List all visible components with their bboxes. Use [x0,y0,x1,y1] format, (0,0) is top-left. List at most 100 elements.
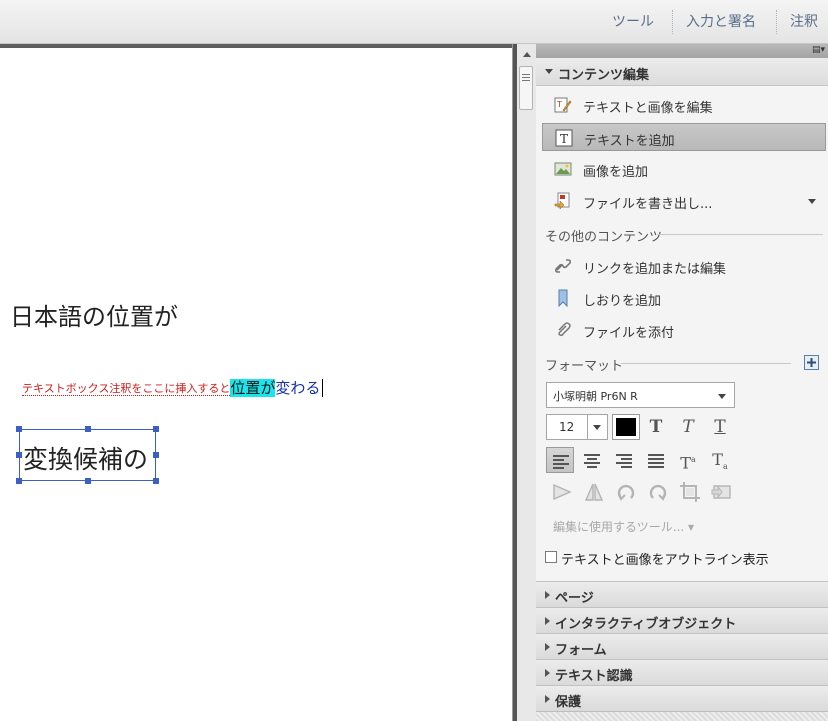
justify-icon [648,454,664,470]
group-title: フォーマット [545,359,624,374]
edit-with-tool-dropdown[interactable]: 編集に使用するツール... ▾ [553,518,694,535]
font-size-value: 12 [559,420,575,434]
divider [657,234,823,235]
section-title: ページ [555,591,594,606]
document-page[interactable]: 日本語の位置が テキストボックス注釈をここに挿入すると位置が変わる 変換候補の [0,48,512,721]
crop-icon[interactable] [678,480,702,504]
tools-tab[interactable]: ツール [612,0,654,44]
tool-label: 画像を追加 [583,165,649,180]
section-title: 保護 [555,695,582,710]
image-icon [554,162,572,176]
scroll-up-arrow-icon[interactable] [523,52,531,57]
add-bookmark-tool[interactable]: しおりを追加 [542,284,826,312]
annotation-line[interactable]: テキストボックス注釈をここに挿入すると位置が変わる [22,377,324,397]
forms-section-header[interactable]: フォーム [536,633,828,659]
bold-button[interactable]: T [642,414,670,440]
resize-handle-bottom-left[interactable] [16,478,22,484]
underline-button[interactable]: T [706,414,734,440]
expand-triangle-icon [545,617,550,625]
section-title: コンテンツ編集 [558,68,650,83]
font-color-picker[interactable] [612,414,640,440]
expand-triangle-icon [545,591,550,599]
align-left-icon [553,455,569,471]
tools-panel: ▤▾ コンテンツ編集 T テキストと画像を編集 T テキストを追加 画像を追加 … [536,44,828,721]
chevron-down-icon[interactable] [808,199,816,204]
sign-tab[interactable]: 入力と署名 [686,0,756,44]
resize-handle-right[interactable] [153,452,159,458]
outline-checkbox[interactable] [545,551,557,563]
flip-vertical-icon[interactable] [582,480,606,504]
tool-label: テキストと画像を編集 [583,101,713,116]
replace-image-icon[interactable] [710,480,734,504]
align-right-icon [616,454,632,470]
divider [621,363,791,364]
comment-tab[interactable]: 注釈 [790,0,818,44]
font-family-value: 小塚明朝 Pr6N R [553,390,638,403]
resize-handle-bottom[interactable] [85,478,91,484]
outline-label: テキストと画像をアウトライン表示 [561,553,769,568]
add-text-icon: T [555,129,573,147]
expand-triangle-icon [545,69,553,74]
align-left-button[interactable] [546,447,574,473]
grip-icon [522,74,530,83]
bookmark-icon [558,289,568,307]
section-title: インタラクティブオブジェクト [555,617,737,632]
add-image-tool[interactable]: 画像を追加 [542,155,826,183]
section-title: フォーム [555,643,607,658]
superscript-button[interactable]: Ta [674,447,702,473]
add-text-tool[interactable]: T テキストを追加 [542,123,826,151]
panel-options-icon[interactable]: ▤▾ [812,45,826,56]
align-right-button[interactable] [610,447,638,473]
resize-handle-bottom-right[interactable] [153,478,159,484]
chevron-down-icon [593,425,601,430]
paperclip-icon [558,322,571,337]
text-recognition-section-header[interactable]: テキスト認識 [536,659,828,685]
scrollbar-edge [513,44,517,721]
edit-text-images-tool[interactable]: T テキストと画像を編集 [542,91,826,119]
resize-handle-top-left[interactable] [16,426,22,432]
toolbar-separator [672,10,673,34]
text-cursor [322,378,324,397]
font-family-select[interactable]: 小塚明朝 Pr6N R [546,382,735,408]
panel-resize-grip[interactable] [536,711,828,721]
tool-label: しおりを追加 [583,294,662,309]
highlighted-text[interactable]: 位置が [230,379,276,397]
expand-triangle-icon [545,643,550,651]
section-title: テキスト認識 [555,669,633,684]
font-size-dropdown-button[interactable] [587,415,607,439]
protection-section-header[interactable]: 保護 [536,685,828,711]
tool-label: リンクを追加または編集 [583,262,727,277]
resize-handle-top[interactable] [85,426,91,432]
flip-horizontal-icon[interactable] [550,480,574,504]
export-file-tool[interactable]: ファイルを書き出し... [542,187,826,215]
svg-text:T: T [560,132,568,146]
add-link-tool[interactable]: リンクを追加または編集 [542,252,826,280]
textbox-annotation-note[interactable]: テキストボックス注釈をここに挿入すると [22,381,231,396]
italic-button[interactable]: T [674,414,702,440]
align-center-button[interactable] [578,447,606,473]
pages-section-header[interactable]: ページ [536,581,828,607]
document-heading-text[interactable]: 日本語の位置が [10,297,178,332]
textbox-content[interactable]: 変換候補の [23,440,148,476]
resize-handle-left[interactable] [16,452,22,458]
resize-handle-top-right[interactable] [153,426,159,432]
svg-text:T: T [556,100,562,109]
changed-text[interactable]: 変わる [275,379,320,397]
scrollbar-thumb[interactable] [519,66,533,110]
add-format-icon[interactable] [804,355,819,370]
justify-button[interactable] [642,447,670,473]
font-size-select[interactable]: 12 [546,414,608,440]
document-scrollbar[interactable] [512,44,536,721]
subscript-button[interactable]: Ta [706,447,734,473]
rotate-left-icon[interactable] [614,480,638,504]
tool-label: テキストを追加 [584,134,675,149]
interactive-objects-section-header[interactable]: インタラクティブオブジェクト [536,607,828,633]
selected-textbox[interactable]: 変換候補の [16,426,159,484]
app-window: ツール 入力と署名 注釈 日本語の位置が テキストボックス注釈をここに挿入すると… [0,0,828,721]
rotate-right-icon[interactable] [646,480,670,504]
attach-file-tool[interactable]: ファイルを添付 [542,316,826,344]
export-file-icon [554,192,570,210]
link-icon [554,259,572,273]
content-edit-section-header[interactable]: コンテンツ編集 [536,58,828,86]
toolbar-separator [776,10,777,34]
